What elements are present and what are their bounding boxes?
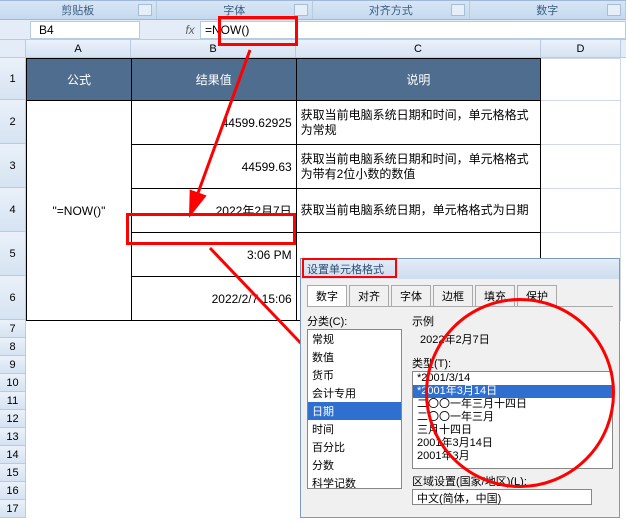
column-header-C[interactable]: C: [296, 40, 541, 57]
row-header-7[interactable]: 7: [0, 320, 26, 338]
select-all-corner[interactable]: [0, 40, 26, 57]
fx-icon[interactable]: fx: [180, 23, 200, 37]
type-label: 类型(T):: [412, 355, 613, 371]
category-item[interactable]: 货币: [308, 366, 401, 384]
tab-number[interactable]: 数字: [307, 285, 347, 306]
category-item[interactable]: 常规: [308, 330, 401, 348]
column-header-D[interactable]: D: [541, 40, 621, 57]
sample-label: 示例: [412, 313, 613, 329]
row-headers: 1 2 3 4 5 6 7 8 9 10 11 12 13 14 15 16 1…: [0, 58, 26, 518]
cell[interactable]: [541, 101, 621, 145]
launcher-icon[interactable]: [138, 4, 152, 16]
dialog-tabs: 数字 对齐 字体 边框 填充 保护: [307, 285, 613, 307]
tab-border[interactable]: 边框: [433, 285, 473, 306]
row-header-6[interactable]: 6: [0, 276, 26, 320]
ribbon: 剪贴板 字体 对齐方式 数字: [0, 0, 626, 20]
cell[interactable]: [541, 145, 621, 189]
ribbon-group-label: 剪贴板: [61, 2, 94, 18]
cell[interactable]: [541, 59, 621, 101]
column-header-row: A B C D: [0, 40, 626, 58]
header-cell-desc[interactable]: 说明: [296, 59, 540, 101]
row-header-8[interactable]: 8: [0, 338, 26, 356]
category-list[interactable]: 常规 数值 货币 会计专用 日期 时间 百分比 分数 科学记数 文本 特殊 自定…: [307, 329, 402, 489]
row-header-13[interactable]: 13: [0, 428, 26, 446]
type-item[interactable]: 二〇〇一年三月: [413, 411, 612, 424]
category-item[interactable]: 时间: [308, 420, 401, 438]
category-panel: 分类(C): 常规 数值 货币 会计专用 日期 时间 百分比 分数 科学记数 文…: [307, 313, 402, 501]
row-header-14[interactable]: 14: [0, 446, 26, 464]
row-header-2[interactable]: 2: [0, 100, 26, 144]
sample-value: 2022年2月7日: [412, 329, 613, 351]
ribbon-group-font[interactable]: 字体: [157, 1, 314, 19]
launcher-icon[interactable]: [607, 4, 621, 16]
row-header-15[interactable]: 15: [0, 464, 26, 482]
column-header-B[interactable]: B: [131, 40, 296, 57]
row-header-17[interactable]: 17: [0, 500, 26, 518]
type-item[interactable]: 二〇〇一年三月十四日: [413, 398, 612, 411]
ribbon-group-label: 字体: [223, 2, 245, 18]
result-cell-1[interactable]: 44599.62925: [131, 101, 296, 145]
row-header-11[interactable]: 11: [0, 392, 26, 410]
tab-fill[interactable]: 填充: [475, 285, 515, 306]
result-cell-5[interactable]: 2022/2/7 15:06: [131, 277, 296, 321]
dialog-body: 分类(C): 常规 数值 货币 会计专用 日期 时间 百分比 分数 科学记数 文…: [301, 307, 619, 507]
type-item-selected[interactable]: *2001年3月14日: [413, 385, 612, 398]
desc-cell-1[interactable]: 获取当前电脑系统日期和时间，单元格格式为常规: [296, 101, 540, 145]
type-item[interactable]: 2001年3月: [413, 450, 612, 463]
category-item[interactable]: 会计专用: [308, 384, 401, 402]
column-header-A[interactable]: A: [26, 40, 131, 57]
category-item[interactable]: 科学记数: [308, 474, 401, 489]
dialog-title: 设置单元格格式: [301, 259, 619, 279]
row-header-9[interactable]: 9: [0, 356, 26, 374]
formula-bar-row: B4 fx =NOW(): [0, 20, 626, 40]
row-header-1[interactable]: 1: [0, 58, 26, 100]
ribbon-group-label: 数字: [536, 2, 558, 18]
row-header-4[interactable]: 4: [0, 188, 26, 232]
type-item[interactable]: 2001年3月14日: [413, 437, 612, 450]
desc-cell-2[interactable]: 获取当前电脑系统日期和时间，单元格格式为带有2位小数的数值: [296, 145, 540, 189]
sample-box: 示例 2022年2月7日: [412, 313, 613, 351]
launcher-icon[interactable]: [294, 4, 308, 16]
locale-select[interactable]: 中文(简体，中国): [412, 489, 592, 505]
type-item[interactable]: 三月十四日: [413, 424, 612, 437]
result-cell-2[interactable]: 44599.63: [131, 145, 296, 189]
formula-bar[interactable]: =NOW(): [200, 21, 626, 39]
header-cell-result[interactable]: 结果值: [131, 59, 296, 101]
row-header-12[interactable]: 12: [0, 410, 26, 428]
tab-font[interactable]: 字体: [391, 285, 431, 306]
cell[interactable]: [541, 189, 621, 233]
tab-alignment[interactable]: 对齐: [349, 285, 389, 306]
result-cell-3[interactable]: 2022年2月7日: [131, 189, 296, 233]
launcher-icon[interactable]: [451, 4, 465, 16]
type-list[interactable]: *2001/3/14 *2001年3月14日 二〇〇一年三月十四日 二〇〇一年三…: [412, 371, 613, 469]
category-item[interactable]: 数值: [308, 348, 401, 366]
ribbon-group-alignment[interactable]: 对齐方式: [313, 1, 470, 19]
row-header-5[interactable]: 5: [0, 232, 26, 276]
ribbon-group-number[interactable]: 数字: [470, 1, 626, 19]
format-cells-dialog: 设置单元格格式 数字 对齐 字体 边框 填充 保护 分类(C): 常规 数值 货…: [300, 258, 620, 518]
name-box[interactable]: B4: [30, 21, 140, 39]
format-right-panel: 示例 2022年2月7日 类型(T): *2001/3/14 *2001年3月1…: [412, 313, 613, 501]
category-item[interactable]: 分数: [308, 456, 401, 474]
desc-cell-3[interactable]: 获取当前电脑系统日期，单元格格式为日期: [296, 189, 540, 233]
result-cell-4[interactable]: 3:06 PM: [131, 233, 296, 277]
category-item-selected[interactable]: 日期: [308, 402, 401, 420]
type-item[interactable]: *2001/3/14: [413, 372, 612, 385]
row-header-10[interactable]: 10: [0, 374, 26, 392]
header-cell-formula[interactable]: 公式: [27, 59, 132, 101]
formula-merged-cell[interactable]: "=NOW()": [27, 101, 132, 321]
tab-protection[interactable]: 保护: [517, 285, 557, 306]
ribbon-group-clipboard[interactable]: 剪贴板: [0, 1, 157, 19]
locale-label: 区域设置(国家/地区)(L):: [412, 473, 613, 489]
category-item[interactable]: 百分比: [308, 438, 401, 456]
ribbon-group-label: 对齐方式: [369, 2, 413, 18]
row-header-3[interactable]: 3: [0, 144, 26, 188]
row-header-16[interactable]: 16: [0, 482, 26, 500]
category-label: 分类(C):: [307, 313, 402, 329]
